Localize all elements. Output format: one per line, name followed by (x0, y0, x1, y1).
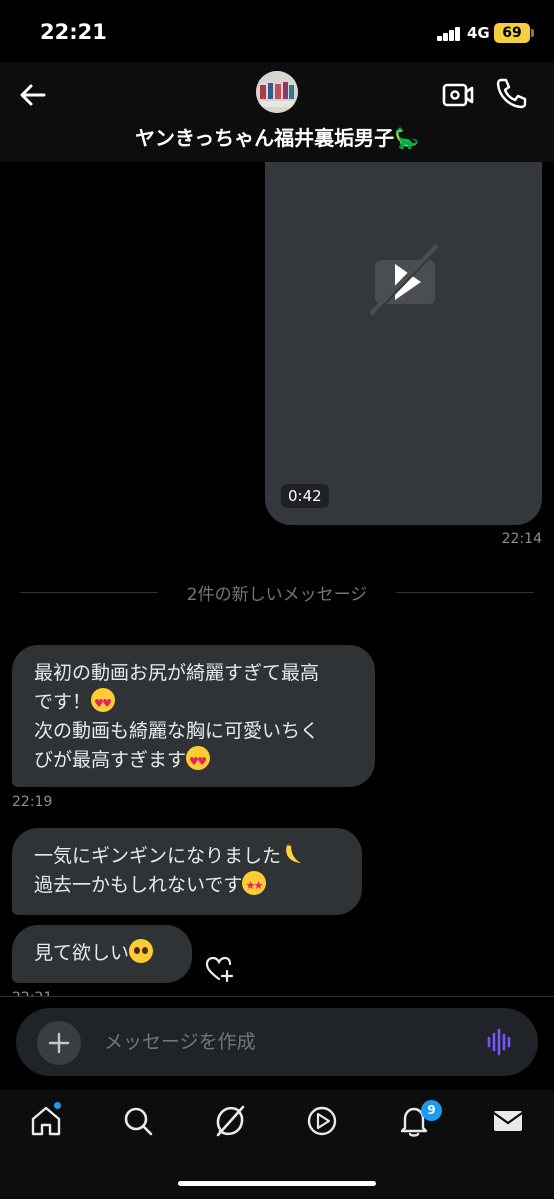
message-text: 一気にギンギンになりました (34, 845, 282, 867)
received-message[interactable]: 見て欲しい (12, 925, 192, 983)
home-indicator[interactable] (178, 1181, 376, 1186)
heart-eyes-emoji-icon (91, 688, 116, 718)
signal-icon (437, 27, 463, 41)
search-icon (124, 1107, 153, 1136)
message-timestamp: 22:19 (12, 794, 53, 810)
battery-icon: 69 (494, 23, 534, 43)
message-text: 最初の動画お尻が綺麗すぎて最高 (34, 662, 320, 684)
mail-icon (493, 1111, 523, 1131)
voice-wave-icon (487, 1028, 511, 1056)
grok-icon (216, 1105, 245, 1137)
chat-title[interactable]: ヤンきっちゃん福井裏垢男子🦕 (0, 122, 554, 151)
video-message[interactable]: 0:42 (265, 162, 542, 525)
video-duration: 0:42 (281, 484, 329, 508)
received-message[interactable]: 一気にギンギンになりました 過去一かもしれないです (12, 828, 362, 915)
video-call-button[interactable] (441, 78, 475, 112)
star-struck-emoji-icon (242, 871, 267, 900)
status-time: 22:21 (40, 20, 107, 44)
banana-emoji-icon (281, 842, 305, 866)
video-camera-icon (442, 83, 474, 107)
divider (0, 996, 554, 997)
video-unavailable-icon[interactable] (365, 240, 445, 320)
tab-grok[interactable] (213, 1104, 247, 1138)
tab-search[interactable] (121, 1104, 155, 1138)
plus-icon (48, 1032, 70, 1054)
avatar[interactable] (256, 71, 298, 113)
add-attachment-button[interactable] (37, 1021, 81, 1065)
divider-line (396, 592, 534, 593)
new-posts-dot (54, 1102, 61, 1109)
message-timestamp: 22:14 (501, 531, 542, 547)
message-text: です！ (34, 691, 92, 713)
voice-message-button[interactable] (484, 1026, 516, 1058)
status-bar: 22:21 4G 69 (0, 0, 554, 62)
play-icon (307, 1106, 337, 1136)
message-text: 過去一かもしれないです (34, 874, 243, 896)
add-reaction-button[interactable] (203, 953, 235, 985)
pleading-face-emoji-icon (129, 939, 154, 963)
message-text: 次の動画も綺麗な胸に可愛いちく (34, 720, 320, 742)
message-text: びが最高すぎます (34, 749, 187, 771)
received-message[interactable]: 最初の動画お尻が綺麗すぎて最高 です！ 次の動画も綺麗な胸に可愛いちく びが最高… (12, 645, 375, 787)
chat-header: ヤンきっちゃん福井裏垢男子🦕 (0, 62, 554, 162)
tab-video[interactable] (305, 1104, 339, 1138)
phone-icon (496, 78, 527, 109)
network-label: 4G (467, 24, 490, 42)
message-input[interactable] (104, 1028, 464, 1056)
home-icon (31, 1106, 61, 1136)
tab-home[interactable] (29, 1104, 63, 1138)
message-composer (16, 1008, 538, 1076)
back-button[interactable] (14, 76, 52, 114)
message-text: 見て欲しい (34, 942, 130, 964)
tab-messages[interactable] (491, 1104, 525, 1138)
back-arrow-icon (20, 84, 46, 106)
notification-badge: 9 (421, 1100, 442, 1121)
heart-eyes-emoji-icon (186, 746, 211, 776)
voice-call-button[interactable] (494, 76, 528, 110)
heart-plus-icon (205, 956, 234, 983)
new-messages-divider: 2件の新しいメッセージ (20, 580, 534, 605)
